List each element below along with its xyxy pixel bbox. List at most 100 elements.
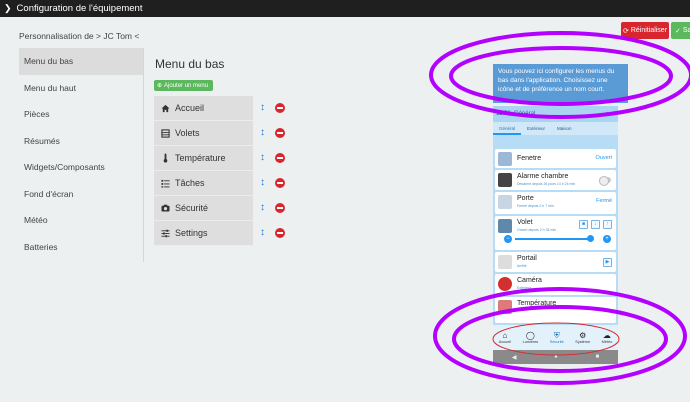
phone-nav-accueil[interactable]: ⌂ Accueil xyxy=(499,331,511,344)
down-button[interactable]: ↓ xyxy=(591,220,600,229)
home-circle-icon[interactable]: ● xyxy=(554,354,558,360)
card-value: Ouvert xyxy=(595,155,612,161)
add-menu-button[interactable]: ⊕ Ajouter un menu xyxy=(154,80,213,91)
alarm-toggle[interactable] xyxy=(599,176,611,186)
reorder-arrows-icon[interactable]: ↕ xyxy=(260,177,265,189)
menu-item-temperature[interactable]: Température xyxy=(154,146,253,171)
breadcrumb: Personnalisation de > JC Tom < xyxy=(19,31,140,41)
tasks-icon xyxy=(155,179,175,188)
gate-icon xyxy=(498,255,512,269)
phone-tabs: Général Extérieur Maison xyxy=(493,122,618,135)
card-value: Fermé xyxy=(596,198,612,204)
menu-item-label: Température xyxy=(175,153,226,163)
delete-icon[interactable] xyxy=(275,128,285,138)
reset-button[interactable]: ⟳ Réinitialiser xyxy=(621,22,669,39)
sidebar-item-pieces[interactable]: Pièces xyxy=(19,101,143,128)
sidebar-item-menu-bas[interactable]: Menu du bas xyxy=(19,48,143,75)
delete-icon[interactable] xyxy=(275,203,285,213)
phone-tab-maison[interactable]: Maison xyxy=(551,122,578,135)
phone-status-icons: ● ● xyxy=(605,111,614,117)
alarm-person-icon xyxy=(498,173,512,187)
shield-icon: ⛨ xyxy=(553,331,560,340)
menu-item-volets[interactable]: Volets xyxy=(154,121,253,146)
card-subtitle: Ouvert depuis 2 h 33 min xyxy=(517,228,557,232)
save-button[interactable]: ✓ Sa xyxy=(671,22,690,39)
plus-icon[interactable]: + xyxy=(603,235,611,243)
menu-item-securite[interactable]: Sécurité xyxy=(154,196,253,221)
phone-nav-securite[interactable]: ⛨ Sécurité xyxy=(550,331,564,344)
phone-nav-systeme[interactable]: ⚙ Système xyxy=(575,331,590,344)
phone-card-porte[interactable]: Porte Fermé depuis 2 h 7 min Fermé xyxy=(495,192,616,214)
thermometer-icon xyxy=(498,300,512,314)
reorder-arrows-icon[interactable]: ↕ xyxy=(260,202,265,214)
up-button[interactable]: ↑ xyxy=(603,220,612,229)
phone-card-temperature[interactable]: Température xyxy=(495,297,616,323)
phone-nav-meteo[interactable]: ☁ Météo xyxy=(602,331,613,344)
gear-icon: ⚙ xyxy=(579,331,587,340)
card-title: Portail xyxy=(517,255,537,262)
sidebar-item-meteo[interactable]: Météo xyxy=(19,207,143,234)
card-title: Température xyxy=(517,300,557,307)
phone-status-title: Général xyxy=(513,111,536,117)
home-icon xyxy=(155,104,175,113)
back-icon[interactable]: ◀ xyxy=(512,354,517,361)
card-title: Porte xyxy=(517,195,534,202)
shutter-icon xyxy=(155,128,175,138)
door-icon xyxy=(498,195,512,209)
reorder-arrows-icon[interactable]: ↕ xyxy=(260,127,265,139)
shutter-icon xyxy=(498,219,512,233)
play-button[interactable]: ▶ xyxy=(603,258,612,267)
recents-icon[interactable]: ■ xyxy=(596,354,600,360)
volet-slider-track xyxy=(515,238,591,240)
reorder-arrows-icon[interactable]: ↕ xyxy=(260,152,265,164)
reorder-arrows-icon[interactable]: ↕ xyxy=(260,102,265,114)
delete-icon[interactable] xyxy=(275,178,285,188)
phone-card-fenetre[interactable]: Fenetre Ouvert xyxy=(495,149,616,168)
phone-card-camera[interactable]: Caméra Extérieur xyxy=(495,274,616,295)
phone-card-volet[interactable]: Volet Ouvert depuis 2 h 33 min ■ ↓ ↑ − + xyxy=(495,216,616,250)
sidebar-item-resumes[interactable]: Résumés xyxy=(19,128,143,155)
sidebar-item-widgets[interactable]: Widgets/Composants xyxy=(19,154,143,181)
chevron-right-icon: ❯ xyxy=(4,3,12,13)
phone-nav-lumieres[interactable]: ◯ Lumières xyxy=(523,331,539,344)
plus-circle-icon: ⊕ xyxy=(157,83,163,89)
camera-icon xyxy=(155,204,175,212)
delete-icon[interactable] xyxy=(275,153,285,163)
window-icon xyxy=(498,152,512,166)
phone-tab-general[interactable]: Général xyxy=(493,122,522,135)
menu-item-label: Sécurité xyxy=(175,203,209,213)
volet-slider-handle[interactable] xyxy=(586,235,594,242)
reorder-arrows-icon[interactable]: ↕ xyxy=(260,227,265,239)
minus-icon[interactable]: − xyxy=(504,235,512,243)
nav-label: Système xyxy=(575,340,591,344)
stop-button[interactable]: ■ xyxy=(579,220,588,229)
card-title: Alarme chambre xyxy=(517,173,569,180)
menu-item-accueil[interactable]: Accueil xyxy=(154,96,253,121)
reset-icon: ⟳ xyxy=(622,27,629,35)
nav-label: Lumières xyxy=(522,340,539,344)
home-icon: ⌂ xyxy=(502,331,508,340)
phone-status-bar: 11:52 Général ● ● xyxy=(493,106,618,122)
sidebar-item-menu-haut[interactable]: Menu du haut xyxy=(19,75,143,102)
add-menu-label: Ajouter un menu xyxy=(164,82,209,89)
phone-card-portail[interactable]: Portail Arrêté ▶ xyxy=(495,252,616,272)
menu-item-label: Settings xyxy=(175,228,208,238)
page-title: Menu du bas xyxy=(155,57,225,71)
nav-label: Sécurité xyxy=(549,340,564,344)
delete-icon[interactable] xyxy=(275,103,285,113)
phone-card-alarme[interactable]: Alarme chambre Désarmé depuis 26 jours 1… xyxy=(495,170,616,190)
card-subtitle: Fermé depuis 2 h 7 min xyxy=(517,204,554,208)
sidebar-item-fond-ecran[interactable]: Fond d'écran xyxy=(19,181,143,208)
menu-item-label: Tâches xyxy=(175,178,205,188)
menu-item-taches[interactable]: Tâches xyxy=(154,171,253,196)
window-title: Configuration de l'équipement xyxy=(16,3,143,14)
card-title: Caméra xyxy=(517,277,542,284)
nav-label: Météo xyxy=(601,340,613,344)
menu-item-settings[interactable]: Settings xyxy=(154,221,253,246)
delete-icon[interactable] xyxy=(275,228,285,238)
phone-tab-exterieur[interactable]: Extérieur xyxy=(521,122,551,135)
reset-label: Réinitialiser xyxy=(630,27,668,34)
help-tooltip: Vous pouvez ici configurer les menus du … xyxy=(493,64,628,103)
bulb-icon: ◯ xyxy=(525,331,535,340)
sidebar-item-batteries[interactable]: Batteries xyxy=(19,234,143,261)
